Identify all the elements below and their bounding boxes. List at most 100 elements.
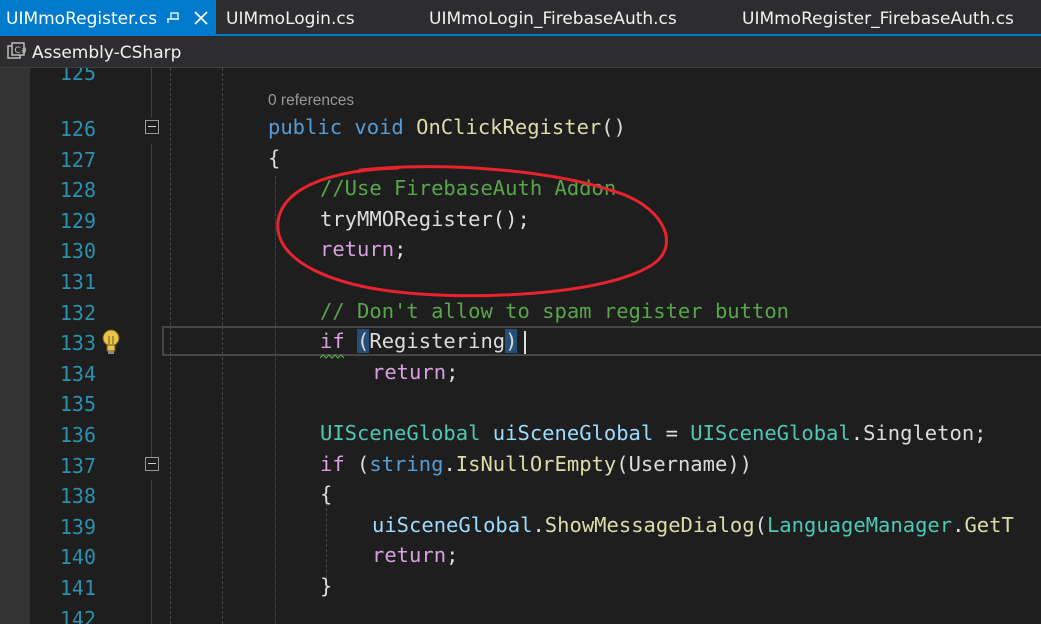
- lightbulb-icon[interactable]: [100, 328, 122, 356]
- line-number: 139: [59, 515, 96, 539]
- project-dropdown[interactable]: Assembly-CSharp: [32, 36, 181, 70]
- paren-highlight: ): [505, 329, 518, 353]
- punctuation: (: [616, 452, 629, 476]
- line-number: 133: [59, 331, 96, 355]
- code-text: //Use FirebaseAuth Addon: [320, 176, 616, 200]
- line-number: 141: [59, 576, 96, 600]
- code-line: 139 uiSceneGlobal.ShowMessageDialog(Lang…: [0, 510, 1041, 541]
- code-text: }: [320, 574, 332, 598]
- operator: =: [653, 421, 691, 445]
- line-number: 138: [59, 484, 96, 508]
- code-line: 127 {: [0, 143, 1041, 174]
- code-text: return;: [372, 360, 458, 384]
- code-text: // Don't allow to spam register button: [320, 299, 789, 323]
- line-number: 137: [59, 454, 96, 478]
- code-text: if (string.IsNullOrEmpty(Username)): [320, 452, 752, 476]
- csharp-project-icon: C#: [7, 42, 27, 59]
- pin-icon[interactable]: [166, 11, 180, 25]
- collapse-icon[interactable]: [145, 457, 159, 471]
- comment: // Don't allow to spam register button: [320, 299, 789, 323]
- punctuation: ();: [492, 207, 530, 231]
- code-text: {: [320, 482, 332, 506]
- tab-uimmoregister[interactable]: UIMmoRegister.cs: [0, 0, 216, 34]
- line-number: 142: [59, 607, 96, 624]
- local-variable: uiSceneGlobal: [372, 513, 533, 537]
- code-line: 140 return;: [0, 540, 1041, 571]
- keyword: return: [372, 543, 447, 567]
- code-line: 133 if (Registering): [0, 326, 1041, 357]
- code-line: 137 if (string.IsNullOrEmpty(Username)): [0, 449, 1041, 480]
- tab-label: UIMmoRegister_FirebaseAuth.cs: [742, 9, 1014, 29]
- keyword: if: [320, 329, 345, 353]
- line-number: 134: [59, 362, 96, 386]
- keyword: string: [369, 452, 444, 476]
- line-number: 140: [59, 545, 96, 569]
- type-name: UISceneGlobal: [320, 421, 481, 445]
- codelens-references[interactable]: 0 references: [268, 92, 354, 110]
- code-line: 128 //Use FirebaseAuth Addon: [0, 173, 1041, 204]
- code-text: uiSceneGlobal.ShowMessageDialog(Language…: [372, 513, 1014, 537]
- line-number: 125: [59, 68, 96, 85]
- code-text: public void OnClickRegister(): [268, 115, 626, 139]
- method-name: GetT: [964, 513, 1014, 537]
- code-line: 142: [0, 602, 1041, 624]
- document-tab-bar: UIMmoRegister.cs UIMmoLogin.cs UIMmoLogi…: [0, 0, 1041, 36]
- tab-label: UIMmoRegister.cs: [6, 9, 158, 29]
- line-number: 128: [59, 178, 96, 202]
- code-line: 132 // Don't allow to spam register butt…: [0, 296, 1041, 327]
- line-number: 131: [59, 270, 96, 294]
- punctuation: (: [754, 513, 767, 537]
- punctuation: ;: [394, 237, 407, 261]
- line-number: 136: [59, 423, 96, 447]
- punctuation: ;: [446, 543, 459, 567]
- tab-uimmoregister-firebaseauth[interactable]: UIMmoRegister_FirebaseAuth.cs: [742, 0, 1014, 34]
- navigation-bar: C# Assembly-CSharp: [0, 36, 1041, 68]
- code-text: UISceneGlobal uiSceneGlobal = UISceneGlo…: [320, 421, 987, 445]
- code-text: if (Registering): [320, 329, 518, 353]
- punctuation: ;: [446, 360, 459, 384]
- keyword: return: [372, 360, 447, 384]
- type-name: UISceneGlobal: [690, 421, 851, 445]
- code-text: {: [268, 146, 280, 170]
- method-name: ShowMessageDialog: [544, 513, 755, 537]
- code-line: 125: [0, 68, 1041, 87]
- code-text: return;: [320, 237, 406, 261]
- code-line: 138 {: [0, 479, 1041, 510]
- punctuation: .: [952, 513, 965, 537]
- punctuation: ;: [974, 421, 987, 445]
- punctuation: {: [320, 482, 333, 506]
- tab-label: UIMmoLogin.cs: [226, 9, 355, 29]
- keyword: public: [268, 115, 343, 139]
- code-line: 129 tryMMORegister();: [0, 204, 1041, 235]
- tab-uimmologin-firebaseauth[interactable]: UIMmoLogin_FirebaseAuth.cs: [429, 0, 677, 34]
- line-number: 129: [59, 209, 96, 233]
- svg-text:C#: C#: [15, 46, 27, 56]
- code-text: return;: [372, 543, 458, 567]
- tab-label: UIMmoLogin_FirebaseAuth.cs: [429, 9, 677, 29]
- comment: //Use FirebaseAuth Addon: [320, 176, 617, 200]
- line-number: 127: [59, 148, 96, 172]
- method-call: tryMMORegister: [320, 207, 493, 231]
- punctuation: .: [850, 421, 864, 445]
- punctuation: (: [344, 452, 370, 476]
- line-number: 132: [59, 301, 96, 325]
- text-caret: [524, 331, 526, 354]
- identifier: Registering: [369, 329, 506, 353]
- property-name: Singleton: [863, 421, 975, 445]
- close-icon[interactable]: [193, 10, 209, 26]
- identifier: Username: [628, 452, 728, 476]
- punctuation: {: [268, 146, 281, 170]
- code-editor[interactable]: 0 references 125 126 public void OnClick…: [0, 68, 1041, 624]
- collapse-icon[interactable]: [145, 120, 159, 134]
- line-number: 135: [59, 392, 96, 416]
- code-line: 126 public void OnClickRegister(): [0, 112, 1041, 143]
- code-line: 141 }: [0, 571, 1041, 602]
- keyword: void: [354, 115, 404, 139]
- code-line: 134 return;: [0, 357, 1041, 388]
- tab-uimmologin[interactable]: UIMmoLogin.cs: [226, 0, 355, 34]
- code-line: 130 return;: [0, 234, 1041, 265]
